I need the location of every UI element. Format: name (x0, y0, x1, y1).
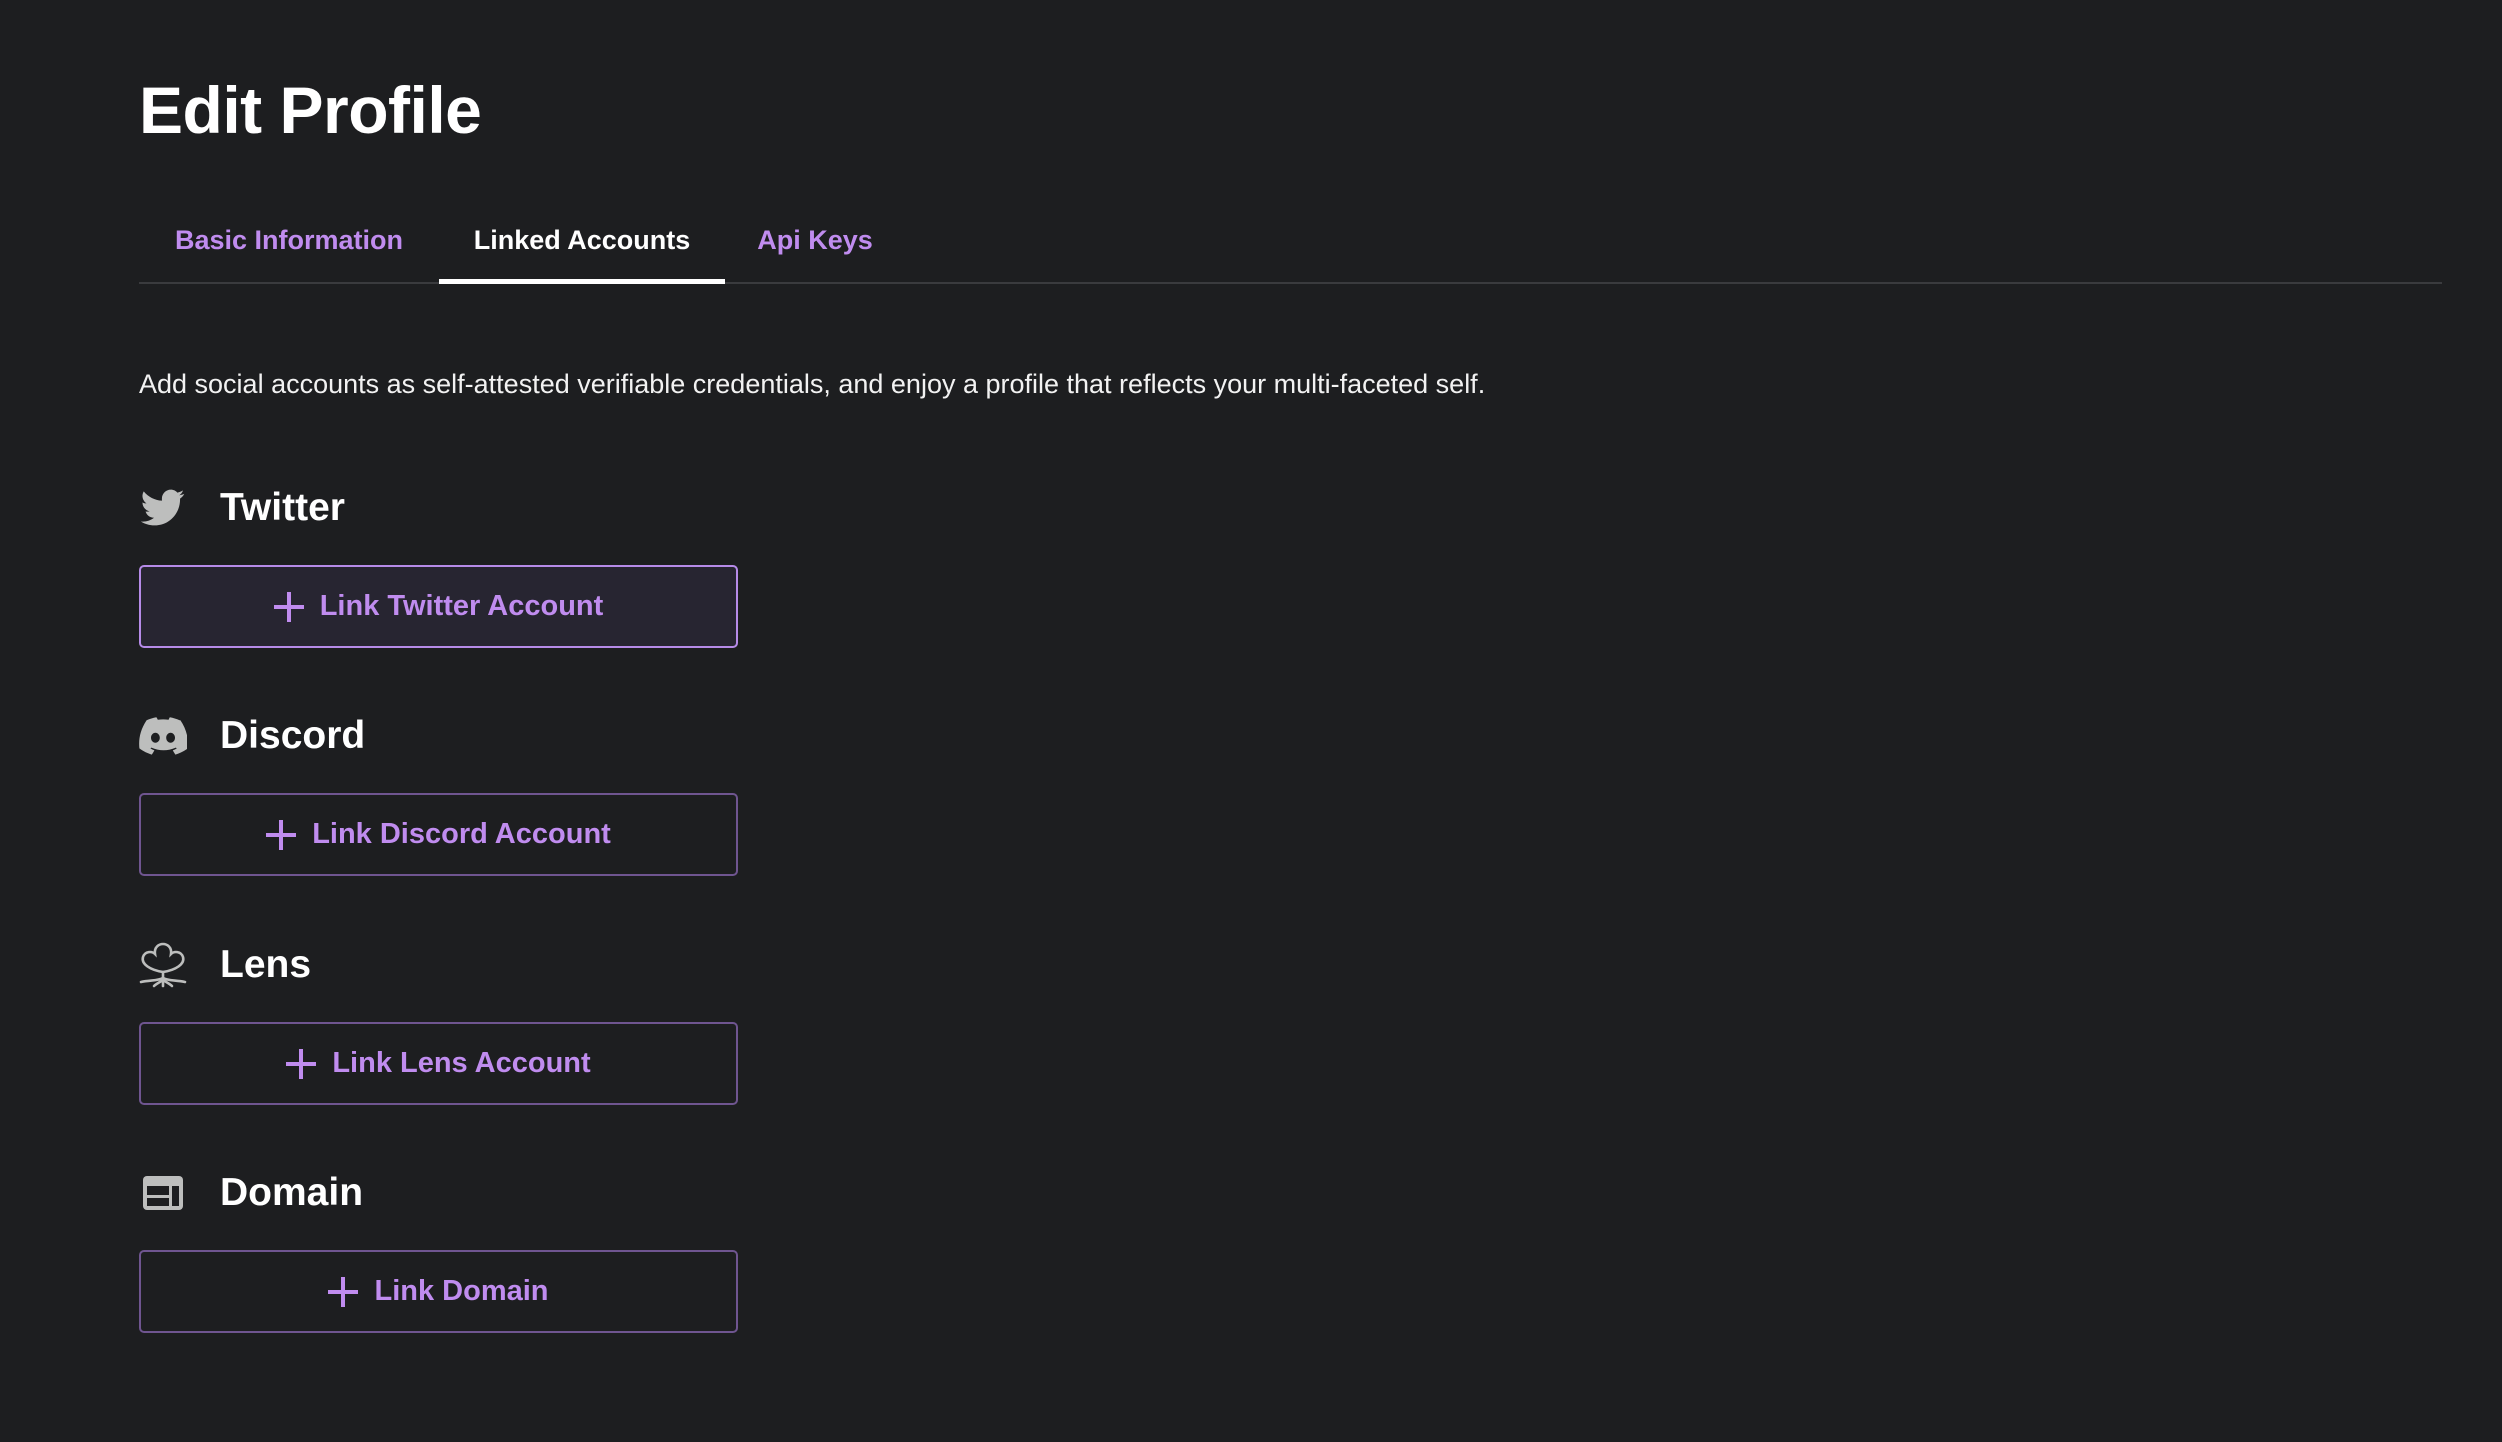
lens-section-title: Lens (220, 943, 312, 986)
page-title: Edit Profile (139, 73, 482, 147)
twitter-section-title: Twitter (220, 486, 345, 529)
link-discord-account-label: Link Discord Account (312, 818, 611, 850)
plus-icon (266, 819, 297, 850)
profile-tabs: Basic Information Linked Accounts Api Ke… (139, 200, 2442, 284)
link-domain-button[interactable]: Link Domain (139, 1250, 738, 1333)
discord-logo-icon (133, 706, 193, 766)
tab-linked-accounts[interactable]: Linked Accounts (439, 200, 725, 284)
plus-icon (328, 1276, 359, 1307)
twitter-section-heading: Twitter (139, 478, 345, 538)
lens-protocol-icon (133, 935, 193, 995)
discord-section-title: Discord (220, 714, 366, 757)
lens-section-heading: Lens (139, 935, 311, 995)
link-lens-account-label: Link Lens Account (332, 1047, 591, 1079)
link-lens-account-button[interactable]: Link Lens Account (139, 1022, 738, 1105)
tab-basic-information[interactable]: Basic Information (139, 200, 439, 282)
link-domain-label: Link Domain (374, 1275, 549, 1307)
link-discord-account-button[interactable]: Link Discord Account (139, 793, 738, 876)
link-twitter-account-label: Link Twitter Account (319, 590, 604, 622)
tab-api-keys[interactable]: Api Keys (725, 200, 905, 282)
domain-layout-icon (133, 1163, 193, 1223)
twitter-bird-icon (133, 478, 193, 538)
plus-icon (286, 1048, 317, 1079)
link-twitter-account-button[interactable]: Link Twitter Account (139, 565, 738, 648)
discord-section-heading: Discord (139, 706, 365, 766)
plus-icon (273, 591, 304, 622)
linked-accounts-description: Add social accounts as self-attested ver… (139, 369, 1486, 399)
domain-section-heading: Domain (139, 1163, 363, 1223)
domain-section-title: Domain (220, 1171, 364, 1214)
